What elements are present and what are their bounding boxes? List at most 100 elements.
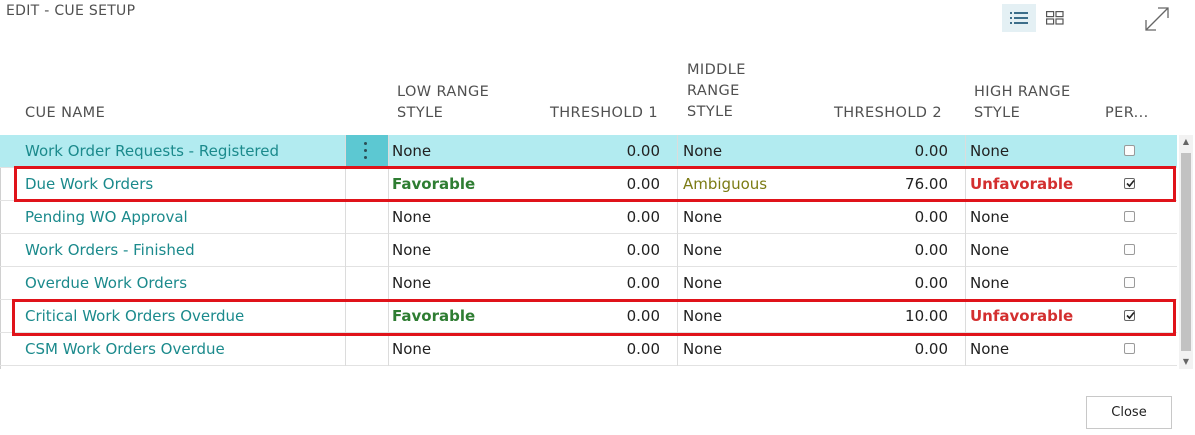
column-divider bbox=[965, 234, 966, 267]
high-range-style-value[interactable]: None bbox=[970, 267, 1100, 300]
column-divider bbox=[677, 300, 678, 333]
column-divider bbox=[965, 333, 966, 366]
page-title: EDIT - CUE SETUP bbox=[6, 3, 136, 19]
row-actions-button[interactable] bbox=[345, 267, 388, 300]
list-view-icon bbox=[1010, 12, 1028, 24]
row-actions-button[interactable] bbox=[345, 135, 388, 168]
row-actions-button[interactable] bbox=[345, 333, 388, 366]
column-divider bbox=[345, 201, 346, 234]
column-divider bbox=[388, 267, 389, 300]
column-divider bbox=[388, 168, 389, 201]
threshold-1-value[interactable]: 0.00 bbox=[400, 267, 660, 300]
threshold-2-value[interactable]: 0.00 bbox=[760, 333, 948, 366]
column-divider bbox=[345, 267, 346, 300]
row-actions-button[interactable] bbox=[345, 300, 388, 333]
close-button[interactable]: Close bbox=[1086, 396, 1172, 429]
column-header-threshold-1[interactable]: THRESHOLD 1 bbox=[550, 103, 658, 124]
per-checkbox[interactable] bbox=[1124, 211, 1135, 222]
per-checkbox[interactable] bbox=[1124, 343, 1135, 354]
column-header-threshold-2[interactable]: THRESHOLD 2 bbox=[834, 103, 942, 124]
threshold-1-value[interactable]: 0.00 bbox=[400, 333, 660, 366]
cue-name-link[interactable]: Work Order Requests - Registered bbox=[25, 135, 343, 168]
table-row[interactable]: Critical Work Orders Overdue Favorable 0.0… bbox=[0, 300, 1177, 333]
expand-button[interactable] bbox=[1140, 4, 1174, 34]
tile-view-button[interactable] bbox=[1038, 4, 1072, 32]
threshold-1-value[interactable]: 0.00 bbox=[400, 168, 660, 201]
scroll-up-icon[interactable]: ▲ bbox=[1179, 135, 1193, 149]
column-header-cue-name[interactable]: CUE NAME bbox=[25, 103, 105, 124]
cue-name-link[interactable]: Critical Work Orders Overdue bbox=[25, 300, 343, 333]
threshold-2-value[interactable]: 0.00 bbox=[760, 201, 948, 234]
column-divider bbox=[388, 333, 389, 366]
more-options-icon bbox=[364, 142, 368, 162]
column-divider bbox=[345, 135, 346, 168]
checkmark-icon bbox=[1126, 311, 1135, 320]
per-checkbox[interactable] bbox=[1124, 277, 1135, 288]
table-row[interactable]: Pending WO Approval None 0.00 None 0.00 None bbox=[0, 201, 1177, 234]
column-divider bbox=[965, 300, 966, 333]
column-header-high-range-style[interactable]: HIGH RANGE STYLE bbox=[974, 82, 1071, 124]
table-row[interactable]: Work Orders - Finished None 0.00 None 0.00 No… bbox=[0, 234, 1177, 267]
column-divider bbox=[345, 168, 346, 201]
column-header-low-range-style[interactable]: LOW RANGE STYLE bbox=[397, 82, 489, 124]
checkmark-icon bbox=[1126, 179, 1135, 188]
per-checkbox-cell[interactable] bbox=[1124, 234, 1146, 267]
per-checkbox[interactable] bbox=[1124, 244, 1135, 255]
per-checkbox-cell[interactable] bbox=[1124, 135, 1146, 168]
column-divider bbox=[345, 300, 346, 333]
threshold-2-value[interactable]: 0.00 bbox=[760, 234, 948, 267]
column-divider bbox=[388, 300, 389, 333]
cue-name-link[interactable]: CSM Work Orders Overdue bbox=[25, 333, 343, 366]
threshold-1-value[interactable]: 0.00 bbox=[400, 234, 660, 267]
table-row[interactable]: Overdue Work Orders None 0.00 None 0.00 None bbox=[0, 267, 1177, 300]
column-divider bbox=[677, 168, 678, 201]
column-header-middle-range-style[interactable]: MIDDLE RANGE STYLE bbox=[687, 60, 746, 123]
table-row[interactable]: CSM Work Orders Overdue None 0.00 None 0.00 N… bbox=[0, 333, 1177, 366]
column-divider bbox=[677, 135, 678, 168]
high-range-style-value[interactable]: None bbox=[970, 234, 1100, 267]
threshold-1-value[interactable]: 0.00 bbox=[400, 135, 660, 168]
per-checkbox-cell[interactable] bbox=[1124, 168, 1146, 201]
cue-name-link[interactable]: Work Orders - Finished bbox=[25, 234, 343, 267]
per-checkbox-cell[interactable] bbox=[1124, 333, 1146, 366]
table-row[interactable]: Due Work Orders Favorable 0.00 Ambiguous 76.… bbox=[0, 168, 1177, 201]
column-divider bbox=[677, 333, 678, 366]
threshold-1-value[interactable]: 0.00 bbox=[400, 201, 660, 234]
per-checkbox[interactable] bbox=[1124, 178, 1135, 189]
list-view-button[interactable] bbox=[1002, 4, 1036, 32]
cue-name-link[interactable]: Due Work Orders bbox=[25, 168, 343, 201]
threshold-2-value[interactable]: 0.00 bbox=[760, 267, 948, 300]
row-actions-button[interactable] bbox=[345, 168, 388, 201]
per-checkbox-cell[interactable] bbox=[1124, 300, 1146, 333]
threshold-1-value[interactable]: 0.00 bbox=[400, 300, 660, 333]
per-checkbox-cell[interactable] bbox=[1124, 267, 1146, 300]
scroll-down-icon[interactable]: ▼ bbox=[1179, 355, 1193, 369]
column-divider bbox=[388, 234, 389, 267]
cue-name-link[interactable]: Pending WO Approval bbox=[25, 201, 343, 234]
column-divider bbox=[965, 267, 966, 300]
column-divider bbox=[677, 201, 678, 234]
column-divider bbox=[677, 234, 678, 267]
column-divider bbox=[965, 135, 966, 168]
column-header-per[interactable]: PER... bbox=[1105, 103, 1149, 124]
column-divider bbox=[965, 201, 966, 234]
threshold-2-value[interactable]: 76.00 bbox=[760, 168, 948, 201]
row-actions-button[interactable] bbox=[345, 234, 388, 267]
threshold-2-value[interactable]: 0.00 bbox=[760, 135, 948, 168]
threshold-2-value[interactable]: 10.00 bbox=[760, 300, 948, 333]
per-checkbox-cell[interactable] bbox=[1124, 201, 1146, 234]
high-range-style-value[interactable]: Unfavorable bbox=[970, 300, 1100, 333]
high-range-style-value[interactable]: Unfavorable bbox=[970, 168, 1100, 201]
scroll-thumb[interactable] bbox=[1181, 153, 1191, 351]
per-checkbox[interactable] bbox=[1124, 145, 1135, 156]
tile-view-icon bbox=[1046, 11, 1064, 25]
vertical-scrollbar[interactable]: ▲ ▼ bbox=[1179, 135, 1193, 369]
high-range-style-value[interactable]: None bbox=[970, 201, 1100, 234]
column-divider bbox=[677, 267, 678, 300]
high-range-style-value[interactable]: None bbox=[970, 333, 1100, 366]
cue-name-link[interactable]: Overdue Work Orders bbox=[25, 267, 343, 300]
high-range-style-value[interactable]: None bbox=[970, 135, 1100, 168]
table-row[interactable]: Work Order Requests - Registered None 0.00… bbox=[0, 135, 1177, 168]
per-checkbox[interactable] bbox=[1124, 310, 1135, 321]
row-actions-button[interactable] bbox=[345, 201, 388, 234]
